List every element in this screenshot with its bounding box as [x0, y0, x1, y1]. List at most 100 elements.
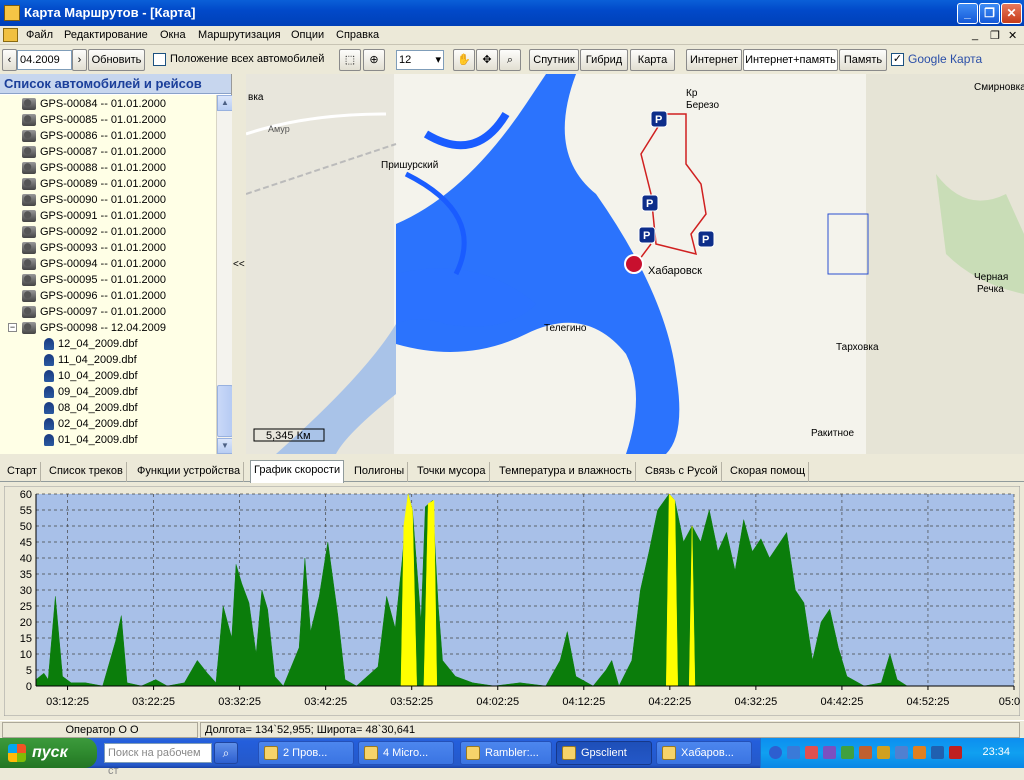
scroll-down-icon[interactable]: ▼ — [217, 438, 233, 454]
tab-ambulance[interactable]: Скорая помощ — [727, 462, 810, 482]
task-button-3[interactable]: Rambler:... — [460, 741, 552, 765]
window-titlebar[interactable]: Карта Маршрутов - [Карта] _ ❐ ✕ — [0, 0, 1024, 26]
zoom-in-icon[interactable]: ⊕ — [363, 49, 385, 71]
map-button[interactable]: Карта — [630, 49, 675, 71]
menu-edit[interactable]: Редактирование — [64, 29, 148, 41]
mdi-close-icon[interactable]: ✕ — [1008, 29, 1017, 42]
task-button-5[interactable]: Хабаров... — [656, 741, 752, 765]
volume-icon[interactable] — [877, 746, 890, 759]
menu-windows[interactable]: Окна — [160, 29, 186, 41]
panel-splitter[interactable]: << — [232, 74, 246, 454]
ambulance-marker-icon[interactable] — [624, 254, 644, 274]
tab-link-rusa[interactable]: Связь с Русой — [642, 462, 722, 482]
task-button-4[interactable]: Gpsclient — [556, 741, 652, 765]
vehicle-item[interactable]: GPS-00091 -- 01.01.2000 — [22, 208, 166, 224]
maximize-button[interactable]: ❐ — [979, 3, 1000, 24]
search-icon[interactable]: ⌕ — [214, 742, 238, 764]
vehicle-item[interactable]: GPS-00092 -- 01.01.2000 — [22, 224, 166, 240]
desktop-search-input[interactable]: Поиск на рабочем ст — [104, 743, 212, 777]
vehicle-item[interactable]: GPS-00090 -- 01.01.2000 — [22, 192, 166, 208]
tab-device-functions[interactable]: Функции устройства — [134, 462, 245, 482]
satellite-button[interactable]: Спутник — [529, 49, 579, 71]
map-label-khabarovsk: Хабаровск — [648, 265, 702, 277]
track-file-item[interactable]: 11_04_2009.dbf — [44, 352, 137, 368]
vehicle-item[interactable]: GPS-00098 -- 12.04.2009 — [22, 320, 166, 336]
keyboard-icon[interactable] — [895, 746, 908, 759]
vehicle-item[interactable]: GPS-00095 -- 01.01.2000 — [22, 272, 166, 288]
scroll-thumb[interactable] — [217, 385, 233, 437]
tab-start[interactable]: Старт — [4, 462, 41, 482]
vehicle-item[interactable]: GPS-00096 -- 01.01.2000 — [22, 288, 166, 304]
vehicle-item[interactable]: GPS-00089 -- 01.01.2000 — [22, 176, 166, 192]
tab-temperature-humidity[interactable]: Температура и влажность — [496, 462, 636, 482]
map-label-prishursky: Пришурский — [381, 160, 438, 171]
mdi-restore-icon[interactable]: ❐ — [990, 29, 1000, 42]
display-icon[interactable] — [931, 746, 944, 759]
date-next-button[interactable]: › — [72, 49, 87, 71]
start-button[interactable]: пуск — [0, 738, 97, 768]
vehicle-item[interactable]: GPS-00094 -- 01.01.2000 — [22, 256, 166, 272]
messenger-icon[interactable] — [913, 746, 926, 759]
vehicle-item[interactable]: GPS-00086 -- 01.01.2000 — [22, 128, 166, 144]
pan-arrows-icon[interactable]: ✥ — [476, 49, 498, 71]
update-icon[interactable] — [841, 746, 854, 759]
menu-file[interactable]: Файл — [26, 29, 53, 41]
network-icon[interactable] — [787, 746, 800, 759]
task-button-1[interactable]: 2 Пров... — [258, 741, 354, 765]
zoom-area-icon[interactable]: ⬚ — [339, 49, 361, 71]
security-icon[interactable] — [949, 746, 962, 759]
hybrid-button[interactable]: Гибрид — [580, 49, 628, 71]
refresh-button[interactable]: Обновить — [88, 49, 145, 71]
date-input[interactable]: 04.2009 — [17, 50, 72, 70]
magnifier-icon[interactable]: ⌕ — [499, 49, 521, 71]
close-button[interactable]: ✕ — [1001, 3, 1022, 24]
track-file-item[interactable]: 08_04_2009.dbf — [44, 400, 138, 416]
vehicle-item[interactable]: GPS-00093 -- 01.01.2000 — [22, 240, 166, 256]
date-prev-button[interactable]: ‹ — [2, 49, 17, 71]
parking-icon: P — [643, 230, 650, 242]
menu-options[interactable]: Опции — [291, 29, 324, 41]
tab-polygons[interactable]: Полигоны — [351, 462, 409, 482]
internet-button[interactable]: Интернет — [686, 49, 742, 71]
map-view[interactable]: Смирновка Амур Пришурский Хабаровск Теле… — [246, 74, 1024, 454]
hand-pan-icon[interactable]: ✋ — [453, 49, 475, 71]
parking-marker-1[interactable]: P — [650, 110, 668, 128]
minimize-button[interactable]: _ — [957, 3, 978, 24]
memory-button[interactable]: Память — [839, 49, 887, 71]
parking-marker-2[interactable]: P — [641, 194, 659, 212]
parking-marker-3[interactable]: P — [638, 226, 656, 244]
vehicle-item[interactable]: GPS-00088 -- 01.01.2000 — [22, 160, 166, 176]
zoom-level-select[interactable]: 12 ▾ — [396, 50, 444, 70]
all-vehicles-label: Положение всех автомобилей — [170, 53, 325, 65]
track-file-item[interactable]: 12_04_2009.dbf — [44, 336, 138, 352]
google-map-checkbox[interactable]: ✓ — [891, 53, 904, 66]
tab-garbage-points[interactable]: Точки мусора — [414, 462, 490, 482]
tray-app-icon[interactable] — [859, 746, 872, 759]
antivirus-icon[interactable] — [823, 746, 836, 759]
tab-track-list[interactable]: Список треков — [46, 462, 127, 482]
vehicle-item[interactable]: GPS-00084 -- 01.01.2000 — [22, 96, 166, 112]
collapse-node-icon[interactable]: − — [8, 323, 17, 332]
task-button-2[interactable]: 4 Micro... — [358, 741, 454, 765]
vehicle-item[interactable]: GPS-00087 -- 01.01.2000 — [22, 144, 166, 160]
task-label: Rambler:... — [485, 747, 539, 759]
internet-memory-button[interactable]: Интернет+память — [743, 49, 838, 71]
track-file-item[interactable]: 09_04_2009.dbf — [44, 384, 138, 400]
tree-scrollbar[interactable]: ▲ ▼ — [216, 95, 233, 454]
vehicle-item[interactable]: GPS-00085 -- 01.01.2000 — [22, 112, 166, 128]
scroll-up-icon[interactable]: ▲ — [217, 95, 233, 111]
mdi-minimize-icon[interactable]: _ — [972, 29, 978, 41]
tab-speed-chart[interactable]: График скорости — [250, 460, 345, 483]
collapse-arrow-icon[interactable]: << — [233, 259, 245, 270]
track-file-item[interactable]: 10_04_2009.dbf — [44, 368, 138, 384]
all-vehicles-checkbox[interactable] — [153, 53, 166, 66]
parking-marker-4[interactable]: P — [697, 230, 715, 248]
track-file-item[interactable]: 02_04_2009.dbf — [44, 416, 138, 432]
track-file-item[interactable]: 01_04_2009.dbf — [44, 432, 138, 448]
menu-routing[interactable]: Маршрутизация — [198, 29, 281, 41]
menu-help[interactable]: Справка — [336, 29, 379, 41]
vehicle-item[interactable]: GPS-00097 -- 01.01.2000 — [22, 304, 166, 320]
bluetooth-icon[interactable] — [805, 746, 818, 759]
map-canvas[interactable]: Смирновка Амур Пришурский Хабаровск Теле… — [246, 74, 1024, 454]
tray-arrow-icon[interactable] — [769, 746, 782, 759]
